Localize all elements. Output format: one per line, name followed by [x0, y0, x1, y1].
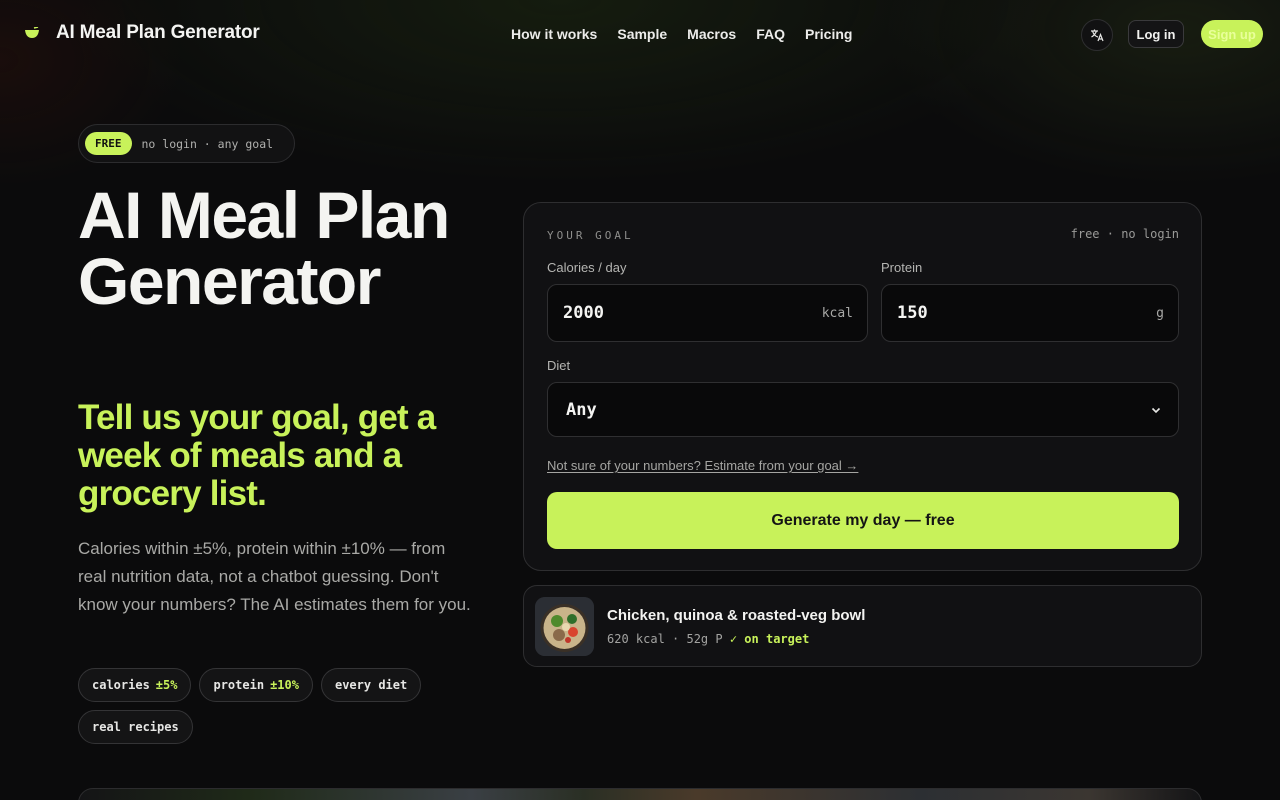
protein-value: 150: [897, 303, 928, 323]
meal-bowl-image: [535, 597, 594, 656]
section-label: YOUR GOAL: [547, 229, 634, 242]
feature-chips: calories ±5% protein ±10% every diet real …: [78, 668, 438, 744]
nav-link-macros[interactable]: Macros: [687, 26, 736, 42]
chip-calories: calories ±5%: [78, 668, 192, 702]
nav-link-sample[interactable]: Sample: [617, 26, 667, 42]
nav-links: How it works Sample Macros FAQ Pricing: [511, 26, 852, 42]
diet-label: Diet: [547, 358, 571, 373]
sample-meal-card[interactable]: Chicken, quinoa & roasted-veg bowl 620 k…: [523, 585, 1202, 667]
card-meta: free · no login: [1070, 227, 1179, 241]
nav-link-faq[interactable]: FAQ: [756, 26, 785, 42]
login-button[interactable]: Log in: [1128, 20, 1184, 48]
protein-input[interactable]: 150 g: [881, 284, 1179, 342]
hero-description: Calories within ±5%, protein within ±10%…: [78, 539, 471, 614]
meal-protein: 52g P: [686, 632, 723, 646]
calories-input[interactable]: 2000 kcal: [547, 284, 868, 342]
chip-real-recipes: real recipes: [78, 710, 193, 744]
chip-every-diet: every diet: [320, 668, 422, 702]
calories-unit: kcal: [821, 306, 853, 321]
generate-button[interactable]: Generate my day — free: [547, 492, 1179, 549]
meal-stats: 620 kcal · 52g P ✓ on target: [607, 632, 810, 646]
estimate-link[interactable]: Not sure of your numbers? Estimate from …: [547, 458, 858, 473]
diet-value: Any: [566, 400, 597, 420]
calories-value: 2000: [563, 303, 604, 323]
calories-label: Calories / day: [547, 260, 627, 275]
page-title: AI Meal Plan Generator: [78, 178, 450, 318]
meal-status: ✓ on target: [729, 632, 810, 646]
nav-link-how-it-works[interactable]: How it works: [511, 26, 597, 42]
chip-protein: protein ±10%: [199, 668, 313, 702]
chevron-down-icon: [1151, 407, 1161, 414]
hero-subtitle: Tell us your goal, get a week of meals a…: [78, 398, 436, 513]
protein-label: Protein: [881, 260, 923, 275]
meal-title: Chicken, quinoa & roasted-veg bowl: [607, 607, 866, 624]
meal-thumbnail: [535, 597, 594, 656]
goal-form-card: YOUR GOAL free · no login Calories / day…: [523, 202, 1202, 571]
language-button[interactable]: [1081, 19, 1113, 51]
bowl-logo-icon[interactable]: [24, 27, 40, 39]
brand-name[interactable]: AI Meal Plan Generator: [56, 22, 260, 44]
meal-gallery-strip: [78, 788, 1202, 800]
protein-unit: g: [1156, 306, 1164, 321]
translate-icon: [1091, 29, 1104, 42]
diet-select[interactable]: Any: [547, 382, 1179, 437]
badge-text: no login · any goal: [141, 136, 274, 151]
nav-link-pricing[interactable]: Pricing: [805, 26, 852, 42]
top-nav: AI Meal Plan Generator How it works Samp…: [0, 0, 1280, 68]
meal-kcal: 620 kcal: [607, 632, 665, 646]
free-label: FREE: [85, 132, 132, 155]
signup-button[interactable]: Sign up: [1201, 20, 1263, 48]
free-badge: FREE no login · any goal: [78, 124, 295, 163]
